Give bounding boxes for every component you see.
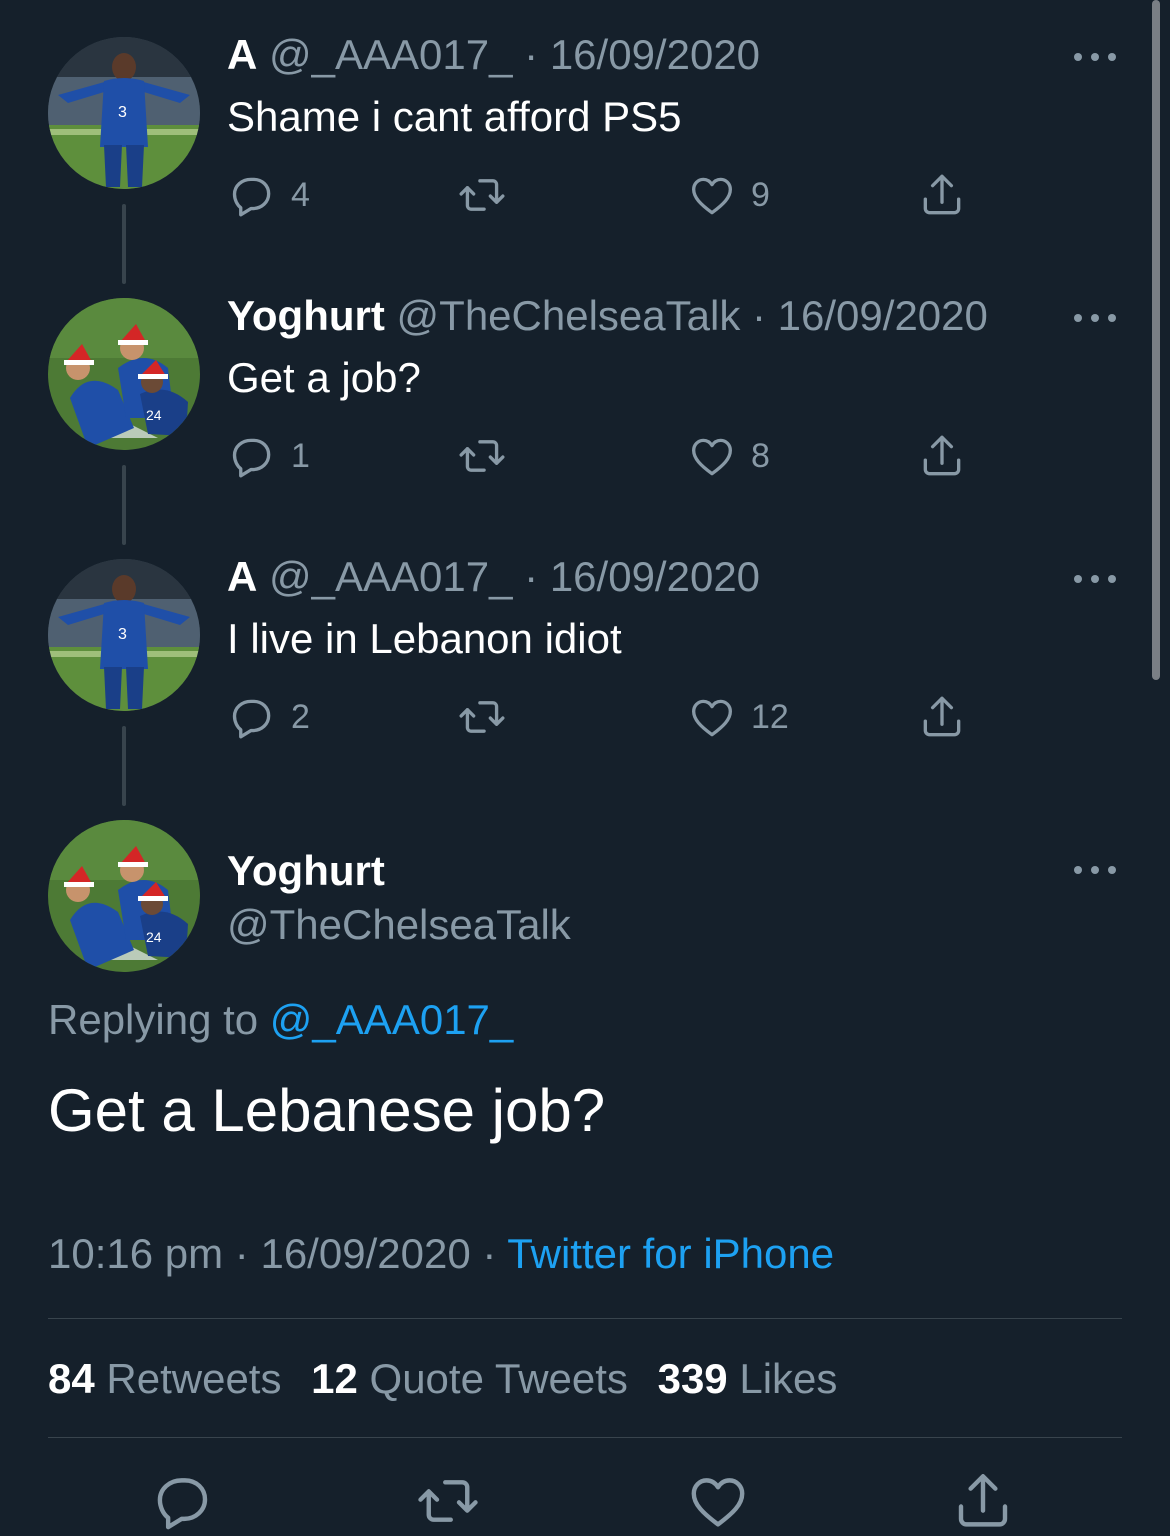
main-tweet-text: Get a Lebanese job? [48, 1077, 606, 1144]
separator: · [482, 1230, 497, 1277]
thread-connector [122, 204, 126, 284]
replying-prefix: Replying to [48, 996, 270, 1043]
tweet-actions: 1 8 [227, 431, 987, 481]
retweet-icon [457, 170, 507, 220]
reply-button[interactable]: 1 [227, 431, 310, 481]
retweet-icon[interactable] [415, 1468, 481, 1534]
retweets-stat[interactable]: 84 Retweets [48, 1355, 281, 1402]
share-button[interactable] [917, 170, 967, 220]
like-count: 12 [751, 697, 789, 736]
avatar-image [48, 37, 200, 189]
retweet-icon [457, 431, 507, 481]
quotes-count: 12 [311, 1355, 358, 1402]
handle[interactable]: @TheChelseaTalk [227, 900, 571, 950]
share-button[interactable] [917, 692, 967, 742]
share-icon [917, 692, 967, 742]
separator: · [524, 31, 539, 78]
share-button[interactable] [917, 431, 967, 481]
reply-icon[interactable] [150, 1468, 216, 1534]
like-count: 9 [751, 175, 770, 214]
handle[interactable]: @_AAA017_ [269, 31, 512, 78]
separator: · [752, 292, 766, 339]
thread-connector [122, 465, 126, 545]
scrollbar[interactable] [1152, 0, 1160, 680]
like-icon [687, 692, 737, 742]
display-name[interactable]: A [227, 553, 257, 600]
avatar[interactable] [48, 298, 200, 450]
reply-icon [227, 170, 277, 220]
likes-count: 339 [657, 1355, 728, 1402]
quotes-stat[interactable]: 12 Quote Tweets [311, 1355, 628, 1402]
tweet-date[interactable]: 16/09/2020 [550, 31, 760, 78]
like-icon [687, 170, 737, 220]
like-button[interactable]: 12 [687, 692, 789, 742]
display-name[interactable]: A [227, 31, 257, 78]
engagement-stats: 84 Retweets 12 Quote Tweets 339 Likes [48, 1354, 837, 1404]
avatar[interactable] [48, 820, 200, 972]
thread-connector [122, 726, 126, 806]
share-icon [917, 431, 967, 481]
tweet-header: A @_AAA017_ · 16/09/2020 [227, 31, 760, 79]
retweet-button[interactable] [457, 170, 507, 220]
avatar-image [48, 559, 200, 711]
like-count: 8 [751, 436, 770, 475]
avatar-image [48, 298, 200, 450]
avatar[interactable] [48, 559, 200, 711]
reply-button[interactable]: 2 [227, 692, 310, 742]
tweet-text: I live in Lebanon idiot [227, 615, 622, 662]
share-icon [917, 170, 967, 220]
quotes-label: Quote Tweets [369, 1355, 628, 1402]
retweet-button[interactable] [457, 431, 507, 481]
likes-label: Likes [739, 1355, 838, 1402]
retweet-icon [457, 692, 507, 742]
replying-handle-link[interactable]: @_AAA017_ [270, 996, 513, 1043]
tweet-date[interactable]: 16/09/2020 [550, 553, 760, 600]
more-icon[interactable] [1070, 860, 1120, 880]
separator: · [524, 553, 539, 600]
more-icon[interactable] [1070, 47, 1120, 67]
reply-button[interactable]: 4 [227, 170, 310, 220]
avatar-image [48, 820, 200, 972]
replying-to: Replying to @_AAA017_ [48, 995, 513, 1045]
like-button[interactable]: 9 [687, 170, 770, 220]
handle[interactable]: @TheChelseaTalk [397, 292, 741, 339]
like-icon[interactable] [685, 1468, 751, 1534]
reply-count: 4 [291, 175, 310, 214]
like-button[interactable]: 8 [687, 431, 770, 481]
retweets-label: Retweets [106, 1355, 282, 1402]
tweet-header: A @_AAA017_ · 16/09/2020 [227, 553, 760, 601]
reply-icon [227, 431, 277, 481]
divider [48, 1437, 1122, 1438]
like-icon [687, 431, 737, 481]
tweet-actions: 4 9 [227, 170, 987, 220]
retweets-count: 84 [48, 1355, 95, 1402]
tweet-date[interactable]: 16/09/2020 [778, 292, 988, 339]
divider [48, 1318, 1122, 1319]
display-name[interactable]: Yoghurt [227, 292, 385, 339]
likes-stat[interactable]: 339 Likes [658, 1355, 838, 1402]
tweet-actions: 2 12 [227, 692, 987, 742]
source-link[interactable]: Twitter for iPhone [507, 1230, 834, 1277]
tweet-timestamp-row: 10:16 pm · 16/09/2020 · Twitter for iPho… [48, 1229, 834, 1279]
handle[interactable]: @_AAA017_ [269, 553, 512, 600]
reply-icon [227, 692, 277, 742]
tweet-text: Shame i cant afford PS5 [227, 93, 682, 140]
tweet-text: Get a job? [227, 354, 421, 401]
separator: · [234, 1230, 249, 1277]
tweet-header: Yoghurt @TheChelseaTalk · 16/09/2020 [227, 292, 988, 340]
avatar[interactable] [48, 37, 200, 189]
retweet-button[interactable] [457, 692, 507, 742]
display-name[interactable]: Yoghurt [227, 846, 385, 896]
reply-count: 1 [291, 436, 310, 475]
tweet-time[interactable]: 10:16 pm [48, 1230, 223, 1277]
more-icon[interactable] [1070, 569, 1120, 589]
reply-count: 2 [291, 697, 310, 736]
share-icon[interactable] [950, 1468, 1016, 1534]
more-icon[interactable] [1070, 308, 1120, 328]
tweet-date[interactable]: 16/09/2020 [260, 1230, 470, 1277]
